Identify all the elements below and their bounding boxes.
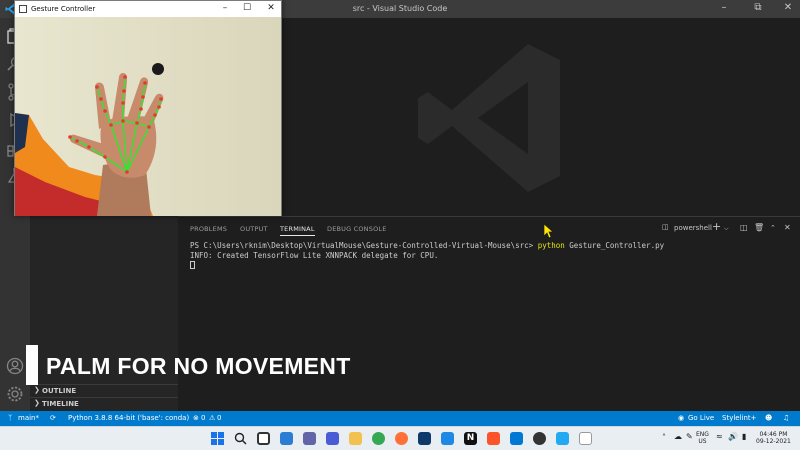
close-icon[interactable]: ✕ [263, 3, 279, 13]
close-icon[interactable]: ✕ [778, 2, 798, 13]
bell-icon[interactable]: ♫ [783, 414, 789, 422]
close-panel-icon[interactable]: ✕ [784, 223, 791, 232]
terminal-cursor [190, 261, 195, 269]
terminal-command: python [537, 241, 565, 250]
clock-time: 04:46 PM [759, 431, 788, 438]
notion-icon[interactable]: N [464, 432, 477, 445]
clock[interactable]: 04:46 PM 09-12-2021 [756, 431, 791, 445]
tab-output[interactable]: OUTPUT [240, 225, 268, 233]
vscode-taskbar-icon[interactable] [556, 432, 569, 445]
app-icon[interactable] [418, 432, 431, 445]
clock-date: 09-12-2021 [756, 438, 791, 445]
file-explorer-icon[interactable] [349, 432, 362, 445]
sync-icon[interactable]: ⟳ [50, 414, 56, 422]
battery-icon[interactable]: ▮ [742, 433, 746, 441]
minimize-icon[interactable]: – [217, 3, 233, 13]
sidebar-section-timeline[interactable]: ❯ TIMELINE [30, 397, 178, 410]
warning-count[interactable]: 0 [217, 414, 221, 422]
teams-chat-icon[interactable] [303, 432, 316, 445]
caption-accent-bar [26, 345, 38, 385]
trash-icon[interactable]: 🗑 [754, 223, 764, 232]
branch-label[interactable]: main* [18, 414, 39, 422]
search-icon[interactable] [234, 432, 247, 445]
stylelint-label[interactable]: Stylelint+ [722, 414, 757, 422]
firefox-icon[interactable] [395, 432, 408, 445]
broadcast-icon: ◉ [678, 414, 685, 422]
wall-knob-shape [152, 63, 164, 75]
language-label: ENG [696, 431, 709, 438]
zoom-icon[interactable] [326, 432, 339, 445]
restore-icon[interactable]: ⧉ [748, 2, 768, 13]
app-window-icon [19, 5, 27, 13]
task-view-icon[interactable] [257, 432, 270, 445]
shell-label[interactable]: powershell [674, 224, 712, 232]
terminal-args: Gesture_Controller.py [564, 241, 665, 250]
region-label: US [698, 438, 707, 445]
sidebar-section-label: TIMELINE [42, 400, 79, 408]
gesture-window-title: Gesture Controller [31, 5, 96, 13]
camera-feed [15, 17, 281, 216]
chevron-right-icon: ❯ [34, 399, 40, 407]
settings-gear-icon[interactable] [5, 384, 25, 404]
mail-icon[interactable] [510, 432, 523, 445]
cloud-icon[interactable]: ☁ [674, 433, 682, 441]
maximize-icon[interactable]: ☐ [239, 3, 255, 13]
chevron-up-icon[interactable]: ˄ [662, 434, 666, 442]
tab-terminal[interactable]: TERMINAL [280, 225, 315, 236]
error-icon: ⊗ [193, 414, 199, 422]
windows-start-icon[interactable] [211, 432, 224, 445]
account-icon[interactable] [5, 356, 25, 376]
mouse-pointer-icon [543, 223, 553, 239]
gesture-window-title-bar[interactable]: Gesture Controller – ☐ ✕ [15, 1, 281, 17]
status-bar: ᛉ main* ⟳ Python 3.8.8 64-bit ('base': c… [0, 411, 800, 426]
warning-icon: ⚠ [209, 414, 216, 422]
sidebar-section-label: OUTLINE [42, 387, 77, 395]
widgets-icon[interactable] [280, 432, 293, 445]
terminal-info-line: INFO: Created TensorFlow Lite XNNPACK de… [190, 251, 439, 260]
chrome-icon[interactable] [372, 432, 385, 445]
volume-icon[interactable]: 🔊 [728, 433, 738, 441]
pen-icon[interactable]: ✎ [686, 433, 693, 441]
terminal-shell-icon: ◫ [662, 223, 669, 231]
feedback-icon[interactable]: ☻ [765, 414, 772, 422]
notepad-icon[interactable] [579, 432, 592, 445]
chevron-down-icon[interactable]: ⌵ [724, 225, 729, 233]
new-terminal-icon[interactable]: + [712, 220, 721, 233]
tab-debug-console[interactable]: DEBUG CONSOLE [327, 225, 387, 233]
caption-text: PALM FOR NO MOVEMENT [46, 353, 351, 379]
github-icon[interactable] [533, 432, 546, 445]
terminal-output[interactable]: PS C:\Users\rknim\Desktop\VirtualMouse\G… [190, 241, 664, 271]
gesture-controller-window[interactable]: Gesture Controller – ☐ ✕ [14, 0, 282, 216]
branch-icon: ᛉ [8, 414, 13, 422]
panel: PROBLEMS OUTPUT TERMINAL DEBUG CONSOLE ◫… [178, 216, 800, 411]
brave-icon[interactable] [487, 432, 500, 445]
input-language[interactable]: ENG US [696, 431, 709, 445]
chevron-right-icon: ❯ [34, 386, 40, 394]
maximize-panel-icon[interactable]: ⌃ [770, 224, 776, 232]
python-interpreter[interactable]: Python 3.8.8 64-bit ('base': conda) [68, 414, 189, 422]
windows-taskbar: N ˄ ☁ ✎ ENG US ≈ 🔊 ▮ 04:46 PM 09-12-2021 [0, 426, 800, 450]
terminal-prompt: PS C:\Users\rknim\Desktop\VirtualMouse\G… [190, 241, 538, 250]
sidebar-section-outline[interactable]: ❯ OUTLINE [30, 384, 178, 397]
tab-problems[interactable]: PROBLEMS [190, 225, 227, 233]
wifi-icon[interactable]: ≈ [716, 433, 723, 441]
split-terminal-icon[interactable]: ◫ [740, 223, 748, 232]
go-live-button[interactable]: Go Live [688, 414, 714, 422]
vscode-watermark-icon [418, 44, 560, 192]
error-count[interactable]: 0 [201, 414, 205, 422]
minimize-icon[interactable]: – [714, 2, 734, 13]
photos-icon[interactable] [441, 432, 454, 445]
